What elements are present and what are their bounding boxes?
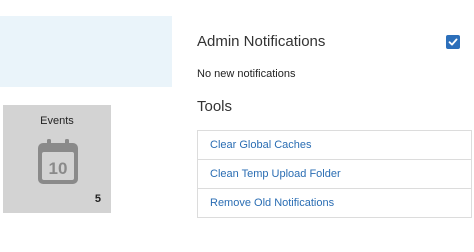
tools-title: Tools (197, 98, 233, 115)
calendar-icon: 10 (38, 139, 78, 184)
admin-notifications-title: Admin Notifications (197, 33, 326, 50)
no-notifications-message: No new notifications (197, 68, 296, 80)
admin-notifications-checkbox[interactable] (446, 35, 460, 49)
remove-old-notifications-link[interactable]: Remove Old Notifications (197, 188, 472, 218)
calendar-day-number: 10 (49, 159, 68, 178)
clean-temp-upload-folder-link[interactable]: Clean Temp Upload Folder (197, 159, 472, 189)
events-count: 5 (94, 193, 101, 205)
tools-list: Clear Global Caches Clean Temp Upload Fo… (197, 130, 472, 218)
dashboard: Events 10 5 Admin Notifications No new n… (0, 0, 474, 252)
checkmark-icon (448, 38, 458, 46)
events-title: Events (40, 115, 74, 127)
top-widget-panel (0, 16, 172, 87)
clear-global-caches-link[interactable]: Clear Global Caches (197, 130, 472, 160)
events-tile[interactable]: Events 10 5 (3, 105, 111, 213)
